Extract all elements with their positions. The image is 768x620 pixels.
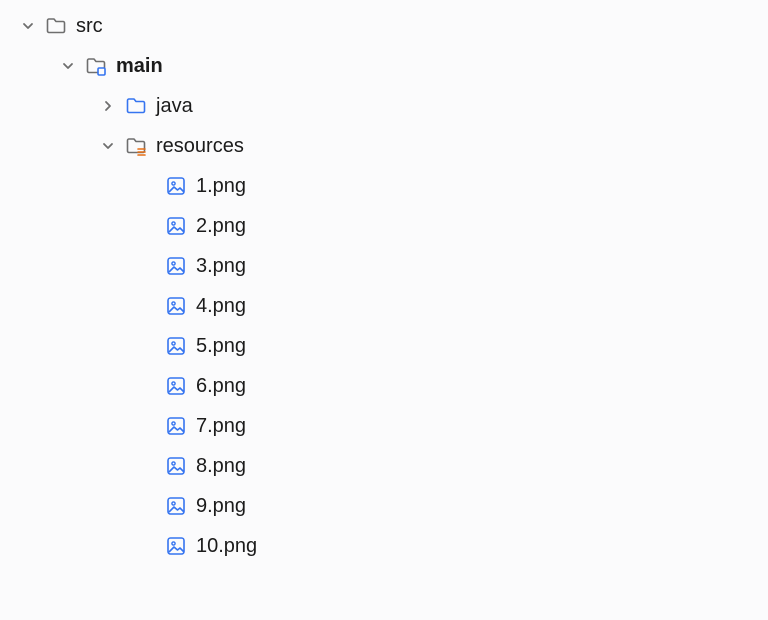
image-file-icon [164,174,188,198]
tree-node-file[interactable]: 4.png [0,286,768,326]
tree-node-java[interactable]: java [0,86,768,126]
tree-node-label: resources [156,136,244,156]
tree-node-label: 4.png [196,296,246,316]
tree-node-file[interactable]: 6.png [0,366,768,406]
tree-node-main[interactable]: main [0,46,768,86]
tree-node-src[interactable]: src [0,6,768,46]
tree-node-label: 8.png [196,456,246,476]
tree-node-label: 5.png [196,336,246,356]
image-file-icon [164,374,188,398]
tree-node-file[interactable]: 10.png [0,526,768,566]
tree-node-label: 7.png [196,416,246,436]
tree-node-label: 9.png [196,496,246,516]
image-file-icon [164,494,188,518]
tree-node-file[interactable]: 7.png [0,406,768,446]
tree-node-label: 1.png [196,176,246,196]
tree-node-file[interactable]: 8.png [0,446,768,486]
tree-node-file[interactable]: 9.png [0,486,768,526]
tree-node-file[interactable]: 5.png [0,326,768,366]
tree-node-label: 10.png [196,536,257,556]
image-file-icon [164,254,188,278]
image-file-icon [164,534,188,558]
image-file-icon [164,334,188,358]
chevron-right-icon [98,96,118,116]
tree-node-file[interactable]: 1.png [0,166,768,206]
tree-node-label: src [76,16,103,36]
image-file-icon [164,454,188,478]
chevron-down-icon [58,56,78,76]
resources-folder-icon [124,134,148,158]
image-file-icon [164,294,188,318]
source-folder-icon [124,94,148,118]
tree-node-label: 6.png [196,376,246,396]
chevron-down-icon [98,136,118,156]
image-file-icon [164,214,188,238]
image-file-icon [164,414,188,438]
tree-node-label: 3.png [196,256,246,276]
module-folder-icon [84,54,108,78]
chevron-down-icon [18,16,38,36]
tree-node-label: 2.png [196,216,246,236]
tree-node-resources[interactable]: resources [0,126,768,166]
tree-node-file[interactable]: 3.png [0,246,768,286]
folder-icon [44,14,68,38]
tree-node-label: java [156,96,193,116]
tree-node-label: main [116,56,163,76]
tree-node-file[interactable]: 2.png [0,206,768,246]
